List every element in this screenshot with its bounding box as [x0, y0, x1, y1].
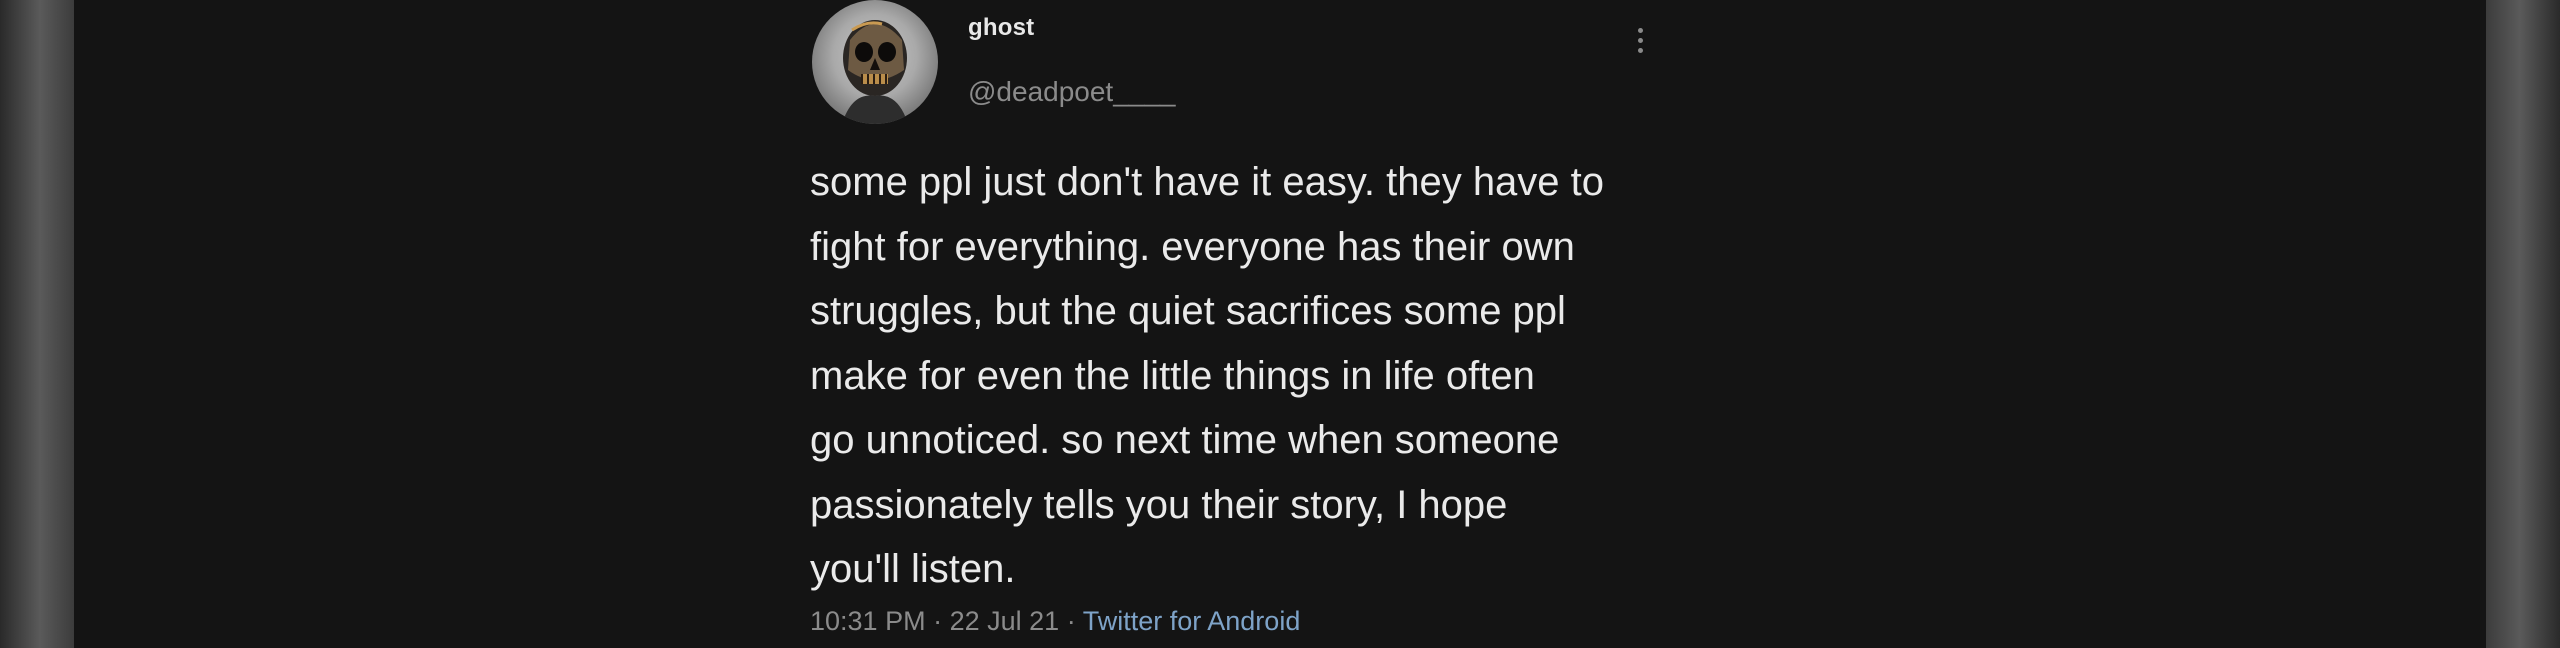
tweet-text: some ppl just don't have it easy. they h… — [810, 150, 1710, 602]
tweet-metadata: 10:31 PM · 22 Jul 21 · Twitter for Andro… — [810, 606, 1300, 637]
menu-dot — [1637, 27, 1643, 33]
tweet-text-line: fight for everything. everyone has their… — [810, 224, 1575, 269]
avatar[interactable] — [812, 0, 938, 124]
tweet-date[interactable]: 22 Jul 21 — [950, 606, 1060, 636]
tweet-text-line: you'll listen. — [810, 547, 1016, 591]
meta-separator: · — [1066, 606, 1076, 636]
menu-dot — [1637, 47, 1643, 53]
skull-avatar-icon — [842, 20, 908, 124]
tweet-text-line: struggles, but the quiet sacrifices some… — [810, 289, 1566, 333]
tweet-text-line: go unnoticed. so next time when someone — [810, 418, 1560, 462]
vertical-ellipsis-icon[interactable] — [1620, 20, 1660, 60]
user-handle[interactable]: @deadpoet____ — [968, 76, 1176, 108]
display-name[interactable]: ghost — [968, 14, 1034, 42]
tweet-text-line: some ppl just don't have it easy. they h… — [810, 160, 1605, 204]
screenshot-frame: ghost @deadpoet____ some ppl just don't … — [0, 0, 2560, 648]
tweet-time[interactable]: 10:31 PM — [810, 606, 926, 636]
tweet-source-link[interactable]: Twitter for Android — [1083, 606, 1301, 636]
meta-separator: · — [933, 606, 943, 636]
menu-dot — [1637, 37, 1643, 43]
tweet-text-line: passionately tells you their story, I ho… — [810, 482, 1508, 527]
tweet-text-line: make for even the little things in life … — [810, 353, 1535, 398]
